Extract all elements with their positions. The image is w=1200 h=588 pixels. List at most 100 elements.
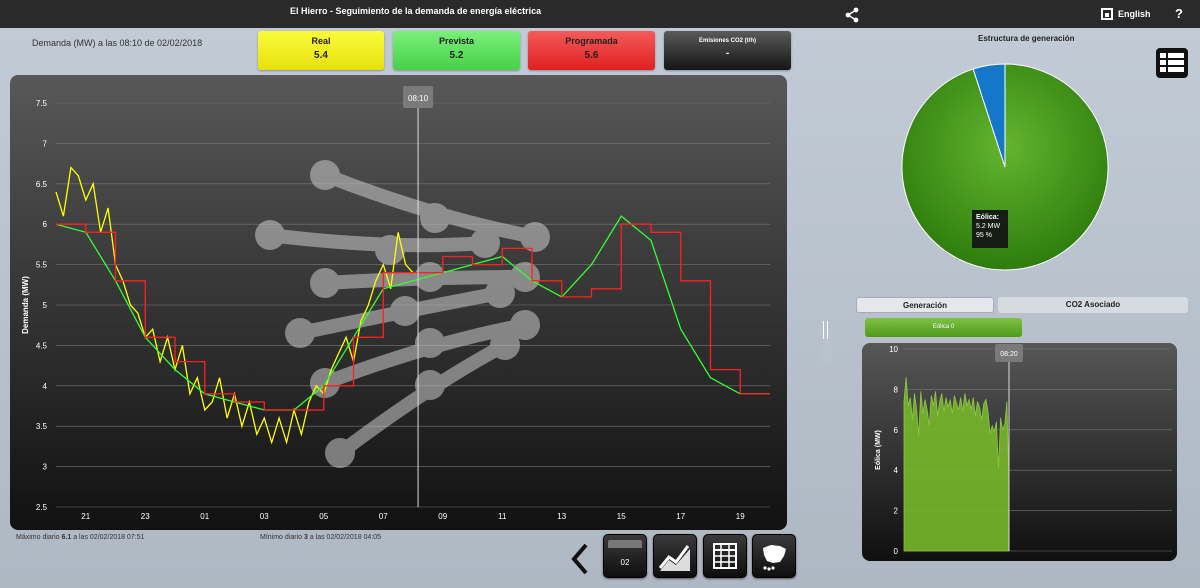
time-cursor-label: 08:20 — [1000, 351, 1018, 358]
x-tick-label: 11 — [498, 512, 507, 521]
card-programada-label: Programada — [565, 36, 618, 46]
x-tick-label: 13 — [557, 512, 566, 521]
table-icon — [713, 543, 737, 569]
card-prevista: Prevista 5.2 — [393, 31, 520, 70]
y-axis-label: Demanda (MW) — [21, 276, 30, 334]
calendar-date-label: 02 — [620, 558, 630, 567]
card-real: Real 5.4 — [258, 31, 384, 70]
card-prevista-value: 5.2 — [449, 50, 464, 61]
swipe-dot — [415, 328, 445, 358]
card-real-value: 5.4 — [314, 50, 328, 61]
card-programada-value: 5.6 — [584, 50, 599, 61]
eolica-chart-panel[interactable]: 0 2 4 6 8 10 Eólica (MW) 08:20 — [862, 343, 1177, 561]
swipe-dot — [490, 330, 520, 360]
share-icon[interactable] — [844, 7, 860, 23]
tooltip-percent: 95 % — [976, 232, 992, 239]
min-daily-note: Mínimo diario 3 a las 02/02/2018 04:05 — [260, 534, 381, 541]
x-tick-label: 19 — [736, 512, 745, 521]
y-tick-label: 4 — [894, 466, 899, 475]
x-tick-label: 15 — [617, 512, 626, 521]
y-tick-label: 7 — [43, 139, 48, 148]
swipe-dot — [325, 438, 355, 468]
demand-subtitle: Demanda (MW) a las 08:10 de 02/02/2018 — [32, 38, 203, 48]
y-tick-label: 7.5 — [36, 99, 48, 108]
y-tick-label: 5.5 — [36, 261, 48, 270]
calendar-button[interactable]: 02 — [603, 534, 647, 578]
y-tick-label: 4.5 — [36, 341, 48, 350]
tab-co2-asociado[interactable]: CO2 Asociado — [998, 297, 1188, 313]
y-tick-label: 3.5 — [36, 422, 48, 431]
card-programada: Programada 5.6 — [528, 31, 655, 70]
language-label: English — [1118, 9, 1151, 19]
y-tick-label: 10 — [889, 345, 898, 354]
menu-list-icon[interactable] — [1156, 48, 1188, 78]
swipe-dot — [485, 278, 515, 308]
y-tick-label: 3 — [43, 463, 48, 472]
y-tick-label: 6.5 — [36, 180, 48, 189]
chevron-left-icon[interactable] — [570, 541, 590, 577]
tooltip-name: Eólica: — [976, 214, 999, 221]
swipe-dot — [470, 228, 500, 258]
min-daily-prefix: Mínimo diario — [260, 534, 304, 541]
y-tick-label: 6 — [894, 426, 899, 435]
card-co2-label: Emisiones CO2 (t/h) — [698, 38, 756, 44]
swipe-gesture-icon — [255, 160, 550, 468]
tab-generacion[interactable]: Generación — [856, 297, 994, 313]
y-tick-label: 6 — [43, 220, 48, 229]
eolica-chart[interactable]: 0 2 4 6 8 10 Eólica (MW) 08:20 — [862, 343, 1177, 561]
swipe-dot — [255, 220, 285, 250]
panel-splitter-handle[interactable] — [818, 295, 832, 365]
pie-tooltip: Eólica: 5.2 MW 95 % — [972, 210, 1008, 248]
swipe-dot — [310, 160, 340, 190]
swipe-dot — [390, 296, 420, 326]
card-co2: Emisiones CO2 (t/h) - — [664, 31, 791, 70]
generation-structure-title: Estructura de generación — [978, 34, 1075, 43]
swipe-dot — [520, 222, 550, 252]
swipe-dot — [415, 262, 445, 292]
line-chart-icon — [658, 545, 690, 571]
x-tick-label: 09 — [438, 512, 447, 521]
y-tick-label: 2.5 — [36, 503, 48, 512]
y-tick-label: 4 — [43, 382, 48, 391]
x-tick-label: 05 — [319, 512, 328, 521]
tooltip-value: 5.2 MW — [976, 223, 1001, 230]
top-bar: El Hierro - Seguimiento de la demanda de… — [0, 0, 1200, 28]
max-daily-note: Máximo diario 6.1 a las 02/02/2018 07:51 — [16, 534, 144, 541]
swipe-dot — [375, 235, 405, 265]
spain-map-icon — [763, 545, 786, 571]
max-daily-suffix: a las 02/02/2018 07:51 — [71, 534, 145, 541]
calendar-icon — [608, 540, 642, 548]
swipe-dot — [285, 318, 315, 348]
y-tick-label: 8 — [894, 385, 899, 394]
table-button[interactable] — [703, 534, 747, 578]
swipe-dot — [415, 370, 445, 400]
min-daily-suffix: a las 02/02/2018 04:05 — [307, 534, 382, 541]
card-prevista-label: Prevista — [438, 36, 475, 46]
x-tick-label: 01 — [200, 512, 209, 521]
x-tick-label: 17 — [676, 512, 685, 521]
x-tick-label: 07 — [379, 512, 388, 521]
demand-chart-panel[interactable]: 2.5 3 3.5 4 4.5 5 5.5 6 6.5 7 7.5 21 23 01 03 05 07 09 11 1… — [10, 75, 787, 530]
time-cursor-label: 08:10 — [408, 94, 429, 103]
demand-chart[interactable]: 2.5 3 3.5 4 4.5 5 5.5 6 6.5 7 7.5 21 23 01 03 05 07 09 11 1… — [10, 75, 787, 530]
eolica-button[interactable]: Eólica 0 — [865, 318, 1022, 337]
x-tick-label: 23 — [141, 512, 150, 521]
y-tick-label: 0 — [894, 547, 899, 556]
y-axis-label: Eólica (MW) — [875, 430, 882, 470]
swipe-dot — [310, 268, 340, 298]
page-title: El Hierro - Seguimiento de la demanda de… — [290, 6, 542, 16]
max-daily-value: 6.1 — [61, 534, 72, 541]
map-button[interactable] — [752, 534, 796, 578]
card-real-label: Real — [311, 36, 331, 46]
max-daily-prefix: Máximo diario — [16, 534, 62, 541]
language-button[interactable]: English — [1101, 8, 1151, 20]
help-button[interactable]: ? — [1175, 6, 1183, 21]
y-tick-label: 5 — [43, 301, 48, 310]
eolica-area — [903, 377, 1010, 552]
swipe-dot — [420, 203, 450, 233]
x-tick-label: 03 — [260, 512, 269, 521]
line-chart-button[interactable] — [653, 534, 697, 578]
language-icon — [1101, 8, 1113, 20]
card-co2-value: - — [725, 48, 730, 59]
x-tick-label: 21 — [81, 512, 90, 521]
